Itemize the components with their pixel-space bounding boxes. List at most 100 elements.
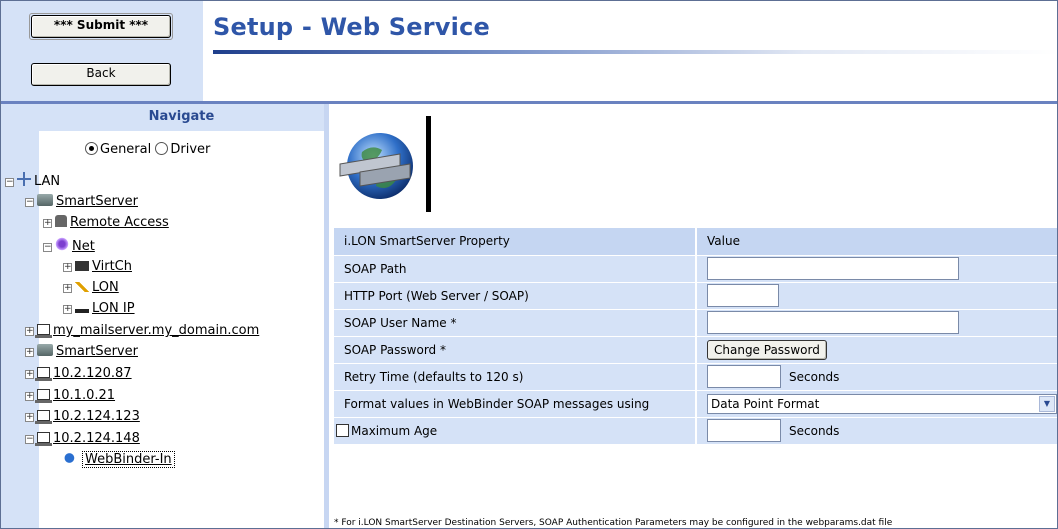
tree-item-label[interactable]: Remote Access xyxy=(70,215,169,230)
expand-toggle-icon[interactable]: + xyxy=(63,263,72,272)
format-select[interactable]: Data Point Format ▼ xyxy=(707,393,1057,414)
expand-toggle-icon[interactable]: + xyxy=(63,305,72,314)
max-age-seconds-unit: Seconds xyxy=(789,423,840,438)
general-radio-label[interactable]: General xyxy=(100,142,151,157)
expand-toggle-icon[interactable]: + xyxy=(25,413,34,422)
change-password-button[interactable]: Change Password xyxy=(707,339,827,360)
header-value: Value xyxy=(696,228,1057,256)
expand-toggle-icon[interactable]: + xyxy=(43,219,52,228)
webbinder-icon xyxy=(63,452,79,464)
tree-item-10-2-124-148[interactable]: − 10.2.124.148 xyxy=(25,431,140,447)
tree-item-label[interactable]: WebBinder-In xyxy=(82,451,175,468)
tree-item-lon[interactable]: + LON xyxy=(63,280,119,296)
format-values-label: Format values in WebBinder SOAP messages… xyxy=(334,390,697,418)
tree-item-10-2-124-123[interactable]: +10.2.124.123 xyxy=(25,409,140,425)
action-panel: *** Submit *** Back xyxy=(1,1,204,101)
expand-toggle-icon[interactable]: + xyxy=(25,392,34,401)
tree-item-net[interactable]: − Net xyxy=(43,237,95,255)
table-row: HTTP Port (Web Server / SOAP) xyxy=(334,282,1057,310)
nav-mode-selector: General Driver xyxy=(85,142,210,157)
tree-item-label[interactable]: Net xyxy=(72,239,95,254)
soap-user-input[interactable] xyxy=(707,311,959,334)
soap-password-label: SOAP Password * xyxy=(334,336,697,364)
retry-seconds-unit: Seconds xyxy=(789,369,840,384)
chevron-down-icon[interactable]: ▼ xyxy=(1039,395,1055,412)
header-property: i.LON SmartServer Property xyxy=(334,228,697,256)
pc-icon xyxy=(35,410,52,424)
tree-item-label[interactable]: LAN xyxy=(34,174,60,189)
back-button[interactable]: Back xyxy=(31,63,171,86)
http-port-label: HTTP Port (Web Server / SOAP) xyxy=(334,282,697,310)
tree-item-label[interactable]: LON IP xyxy=(92,301,135,316)
collapse-toggle-icon[interactable]: − xyxy=(43,243,52,252)
tree-item-label[interactable]: 10.2.120.87 xyxy=(53,366,132,381)
expand-toggle-icon[interactable]: + xyxy=(25,327,34,336)
server-icon xyxy=(37,344,53,356)
pc-icon xyxy=(35,324,52,338)
page-title: Setup - Web Service xyxy=(213,13,490,41)
phone-icon xyxy=(55,215,67,227)
ip-icon xyxy=(75,309,89,313)
table-row: SOAP User Name * xyxy=(334,309,1057,337)
max-age-checkbox[interactable] xyxy=(336,423,349,437)
driver-radio-label[interactable]: Driver xyxy=(170,142,210,157)
http-port-input[interactable] xyxy=(707,284,779,307)
max-age-label[interactable]: Maximum Age xyxy=(351,424,437,438)
pc-icon xyxy=(35,389,52,403)
tree-item-10-2-120-87[interactable]: +10.2.120.87 xyxy=(25,366,132,382)
net-icon xyxy=(55,237,69,251)
table-row: Retry Time (defaults to 120 s) Seconds xyxy=(334,363,1057,391)
collapse-toggle-icon[interactable]: − xyxy=(5,178,14,187)
tree-item-label[interactable]: SmartServer xyxy=(56,344,138,359)
submit-button[interactable]: *** Submit *** xyxy=(29,13,173,40)
driver-radio[interactable] xyxy=(155,142,169,155)
property-table: i.LON SmartServer Property Value SOAP Pa… xyxy=(334,228,1057,445)
tree-item-label[interactable]: my_mailserver.my_domain.com xyxy=(53,323,259,338)
format-selected-value: Data Point Format xyxy=(711,396,820,411)
navigation-panel: Navigate General Driver − LAN − SmartServe… xyxy=(1,104,329,528)
tree-item-virtch[interactable]: + VirtCh xyxy=(63,259,132,275)
tree-item-label[interactable]: SmartServer xyxy=(56,194,138,209)
tree-item-webbinder-in[interactable]: WebBinder-In xyxy=(63,451,175,468)
tree-item-lan[interactable]: − LAN xyxy=(5,172,60,190)
table-row: Maximum Age Seconds xyxy=(334,417,1057,445)
retry-time-label: Retry Time (defaults to 120 s) xyxy=(334,363,697,391)
expand-toggle-icon[interactable]: + xyxy=(63,284,72,293)
retry-time-input[interactable] xyxy=(707,365,781,388)
pc-icon xyxy=(35,367,52,381)
max-age-cell: Maximum Age xyxy=(334,417,697,445)
page-frame: *** Submit *** Back Setup - Web Service … xyxy=(0,0,1058,529)
soap-user-label: SOAP User Name * xyxy=(334,309,697,337)
tree-item-lon-ip[interactable]: + LON IP xyxy=(63,301,135,317)
pc-icon xyxy=(35,432,52,446)
soap-path-input[interactable] xyxy=(707,257,959,280)
expand-toggle-icon[interactable]: + xyxy=(25,348,34,357)
tree-item-label[interactable]: 10.1.0.21 xyxy=(53,388,115,403)
lan-icon xyxy=(17,172,31,186)
table-row: SOAP Path xyxy=(334,255,1057,283)
title-underline xyxy=(213,50,1057,54)
content-panel: i.LON SmartServer Property Value SOAP Pa… xyxy=(334,104,1057,528)
max-age-input[interactable] xyxy=(707,419,781,442)
tree-item-label[interactable]: LON xyxy=(92,280,119,295)
tree-item-label[interactable]: 10.2.124.148 xyxy=(53,431,140,446)
tree-item-smartserver-2[interactable]: + SmartServer xyxy=(25,344,138,360)
tree-item-mailserver[interactable]: + my_mailserver.my_domain.com xyxy=(25,323,259,339)
footnote: * For i.LON SmartServer Destination Serv… xyxy=(334,518,893,528)
web-service-globe-icon xyxy=(339,116,431,212)
tree-item-label[interactable]: 10.2.124.123 xyxy=(53,409,140,424)
table-header-row: i.LON SmartServer Property Value xyxy=(334,228,1057,256)
table-row: Format values in WebBinder SOAP messages… xyxy=(334,390,1057,418)
tree-item-label[interactable]: VirtCh xyxy=(92,259,132,274)
server-icon xyxy=(37,194,53,206)
expand-toggle-icon[interactable]: + xyxy=(25,370,34,379)
tree-item-10-1-0-21[interactable]: +10.1.0.21 xyxy=(25,388,115,404)
chip-icon xyxy=(75,261,89,271)
tree-item-smartserver[interactable]: − SmartServer xyxy=(25,194,138,210)
nav-title: Navigate xyxy=(39,104,324,131)
tree-item-remote-access[interactable]: + Remote Access xyxy=(43,215,169,231)
collapse-toggle-icon[interactable]: − xyxy=(25,198,34,207)
nav-strip xyxy=(1,104,39,528)
collapse-toggle-icon[interactable]: − xyxy=(25,435,34,444)
general-radio[interactable] xyxy=(85,142,98,155)
